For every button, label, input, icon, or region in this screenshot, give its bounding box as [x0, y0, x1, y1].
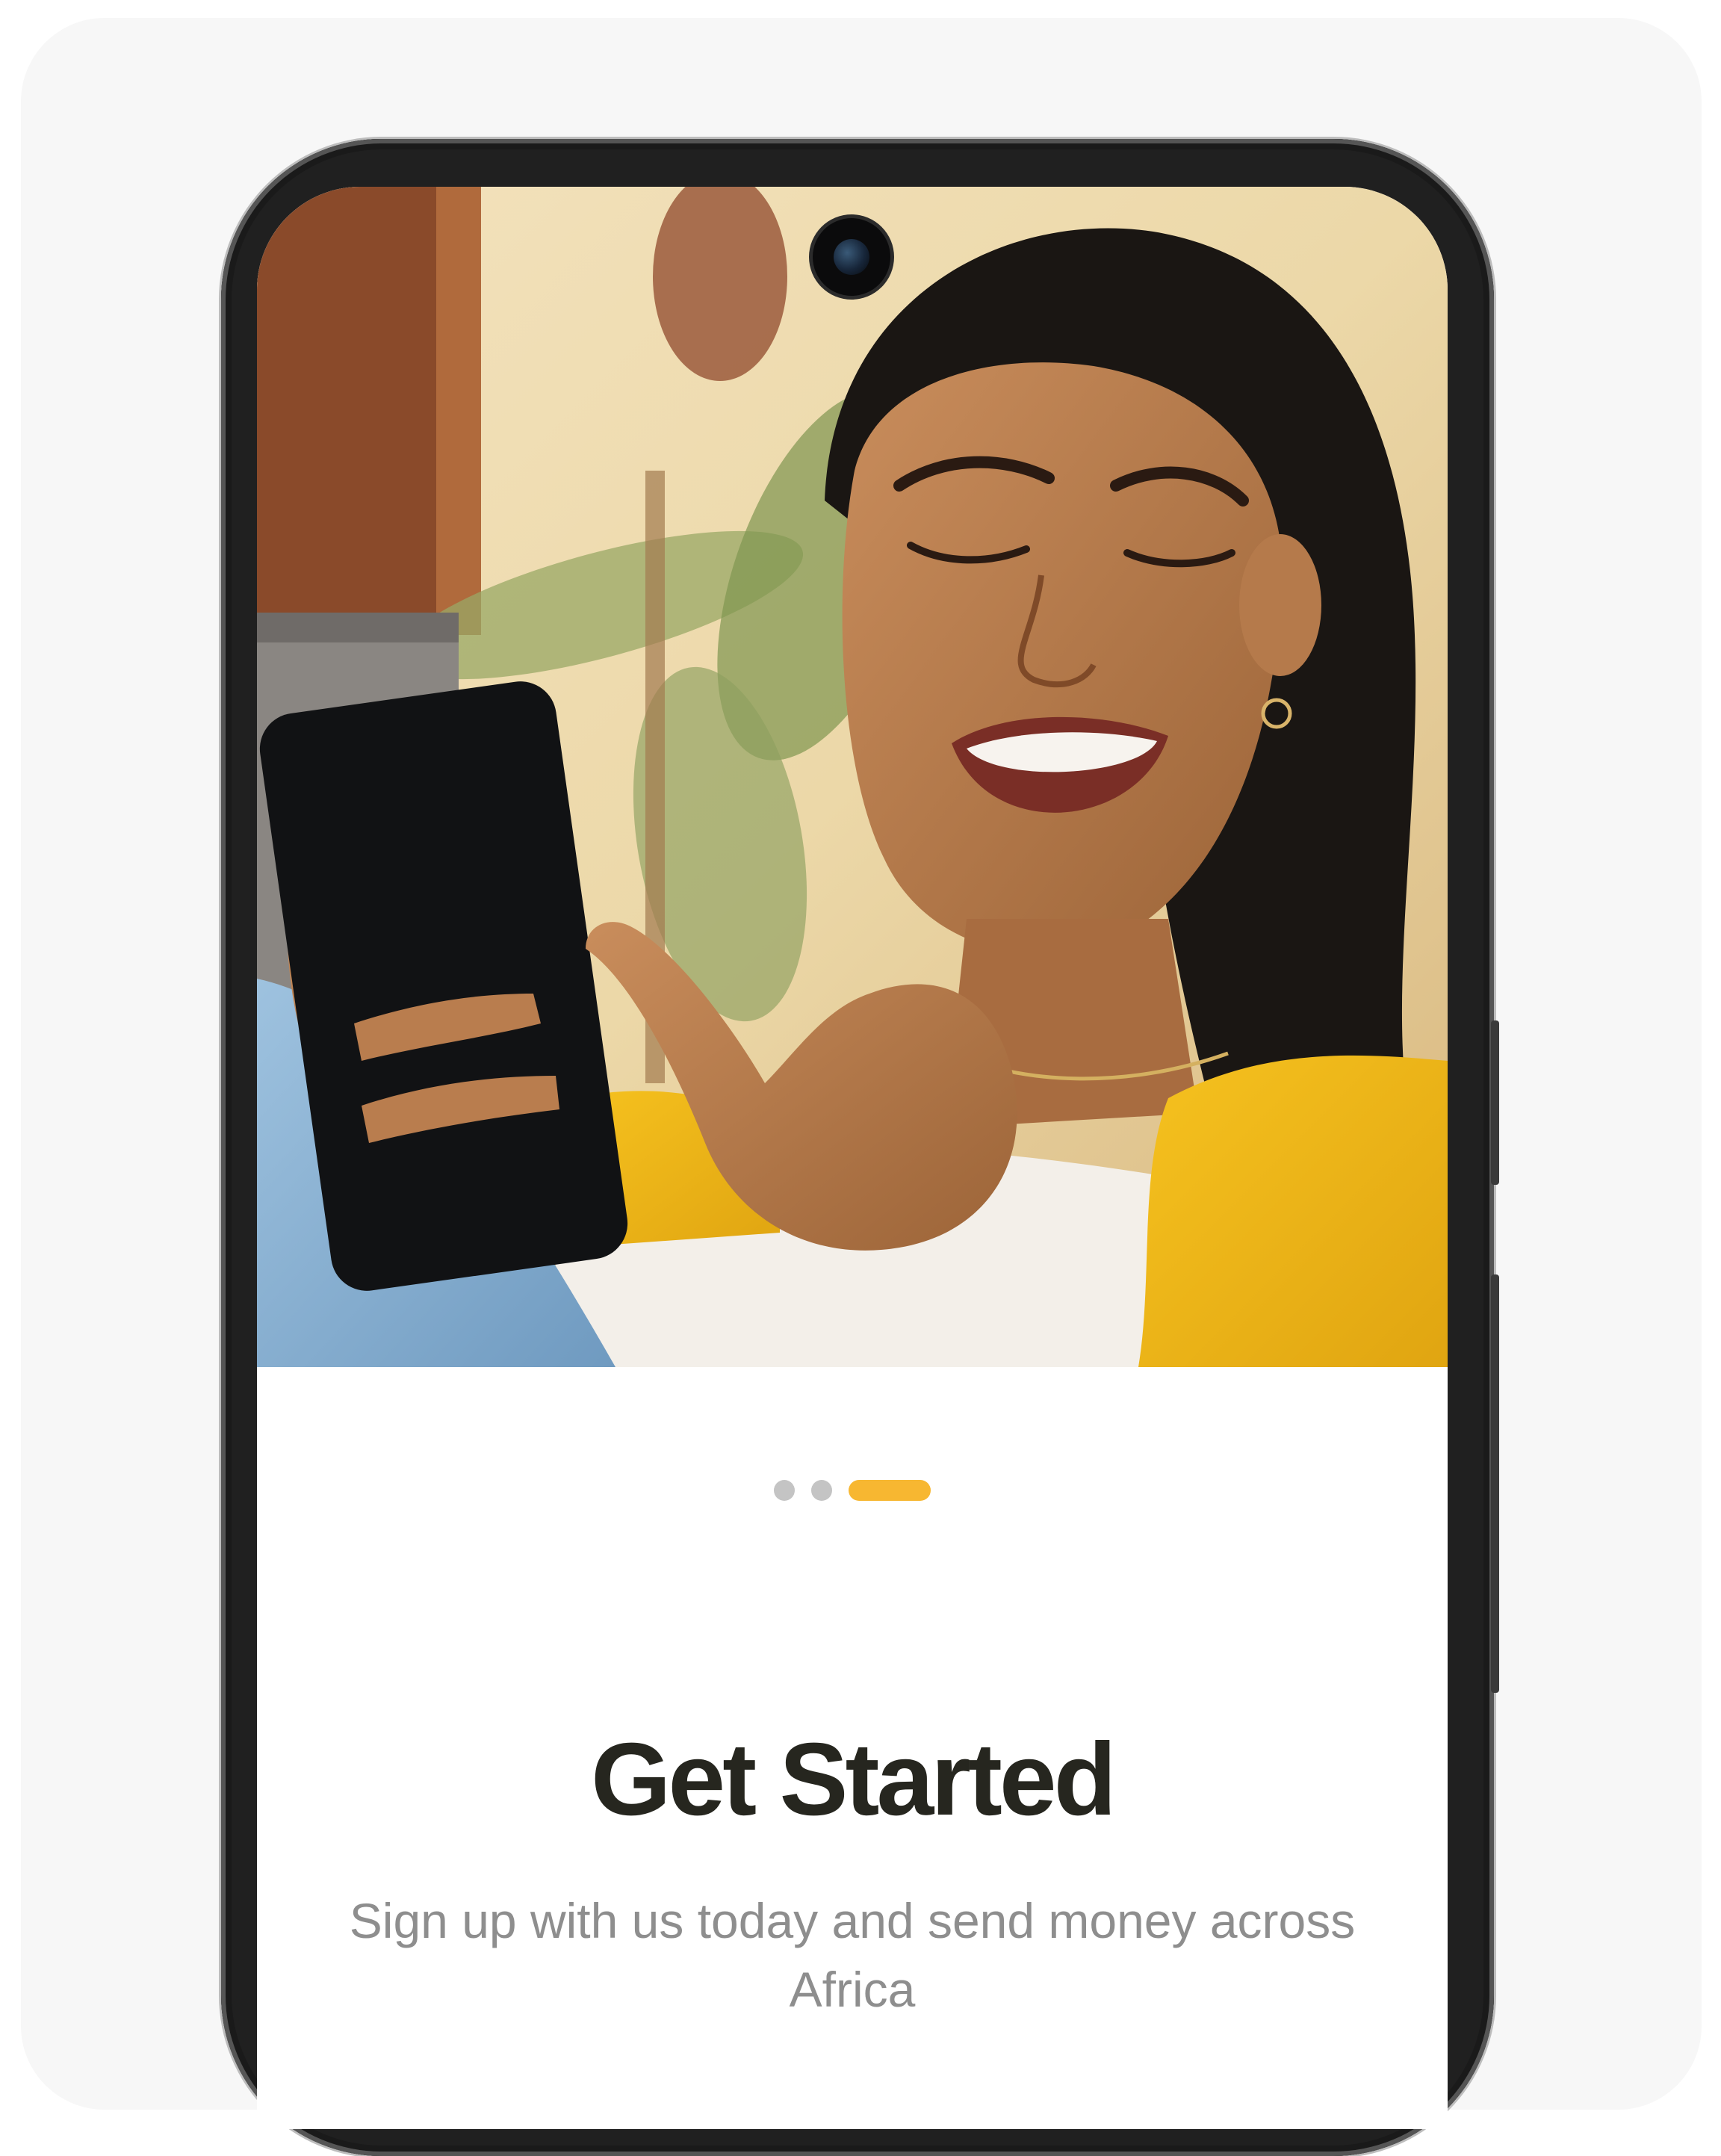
phone-side-button-upper	[1491, 1020, 1499, 1185]
front-camera	[813, 218, 890, 296]
phone-side-button-lower	[1491, 1274, 1499, 1693]
page-dot-2[interactable]	[811, 1480, 832, 1501]
hero-photo	[257, 187, 1448, 1367]
phone-screen: Get Started Sign up with us today and se…	[257, 187, 1448, 2129]
page-dot-3-active[interactable]	[849, 1480, 931, 1501]
camera-lens	[834, 239, 869, 275]
page-dot-1[interactable]	[774, 1480, 795, 1501]
onboarding-subtitle: Sign up with us today and send money acr…	[349, 1893, 1356, 2017]
carousel-page-indicator[interactable]	[257, 1479, 1448, 1502]
onboarding-title: Get Started	[591, 1722, 1117, 1837]
